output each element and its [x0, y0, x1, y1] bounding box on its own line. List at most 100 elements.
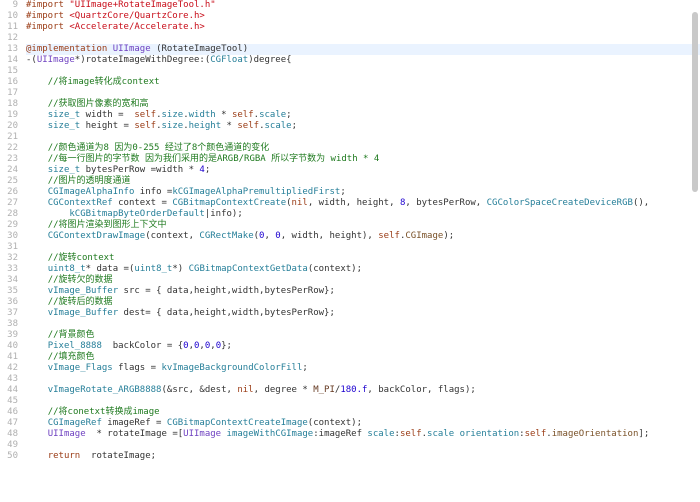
- line-number: 40: [0, 341, 18, 352]
- token-default: [26, 385, 48, 395]
- token-classref: UIImage: [183, 429, 221, 439]
- code-line[interactable]: CGImageRef imageRef = CGBitmapContextCre…: [26, 418, 700, 429]
- token-default: * rotateImage =[: [86, 429, 184, 439]
- line-number: 24: [0, 165, 18, 176]
- token-default: bytesPerRow =width *: [80, 165, 199, 175]
- line-number: 48: [0, 429, 18, 440]
- code-line[interactable]: size_t bytesPerRow =width * 4;: [26, 165, 700, 176]
- token-default: [26, 286, 48, 296]
- code-line[interactable]: CGContextRef context = CGBitmapContextCr…: [26, 198, 700, 209]
- token-selfprop: imageOrientation: [552, 429, 639, 439]
- line-number: 12: [0, 33, 18, 44]
- token-comment: //旋转欠的数据: [48, 275, 113, 285]
- line-number: 38: [0, 319, 18, 330]
- code-editor[interactable]: 9101112131415161718192021222324252627282…: [0, 0, 700, 502]
- code-line[interactable]: #import <Accelerate/Accelerate.h>: [26, 22, 700, 33]
- code-line[interactable]: [26, 374, 700, 385]
- line-number: 32: [0, 253, 18, 264]
- code-line[interactable]: //将conetxt转换成image: [26, 407, 700, 418]
- token-default: (context);: [308, 418, 362, 428]
- vertical-scrollbar[interactable]: [692, 0, 698, 502]
- code-line[interactable]: vImageRotate_ARGB8888(&src, &dest, nil, …: [26, 385, 700, 396]
- code-line[interactable]: //填充颜色: [26, 352, 700, 363]
- token-string: <QuartzCore/QuartzCore.h>: [69, 11, 204, 21]
- token-default: info =: [134, 187, 172, 197]
- token-property: width: [189, 110, 216, 120]
- token-default: *: [221, 121, 237, 131]
- code-line[interactable]: //获取图片像素的宽和高: [26, 99, 700, 110]
- line-number: 49: [0, 440, 18, 451]
- code-line[interactable]: [26, 396, 700, 407]
- code-line[interactable]: return rotateImage;: [26, 451, 700, 462]
- token-default: , bytesPerRow,: [405, 198, 486, 208]
- token-default: (&src, &dest,: [161, 385, 237, 395]
- token-default: , backColor, flags);: [367, 385, 475, 395]
- token-property: scale: [259, 110, 286, 120]
- code-line[interactable]: //图片的透明度通道: [26, 176, 700, 187]
- scrollbar-thumb[interactable]: [692, 12, 698, 192]
- code-line[interactable]: //旋转context: [26, 253, 700, 264]
- code-line[interactable]: UIImage * rotateImage =[UIImage imageWit…: [26, 429, 700, 440]
- line-number: 11: [0, 22, 18, 33]
- token-default: -(: [26, 55, 37, 65]
- code-line[interactable]: vImage_Buffer src = { data,height,width,…: [26, 286, 700, 297]
- line-number: 25: [0, 176, 18, 187]
- token-string: "UIImage+RotateImageTool.h": [69, 0, 215, 10]
- token-macro: M_PI: [313, 385, 335, 395]
- token-func: scale: [367, 429, 394, 439]
- code-line[interactable]: CGContextDrawImage(context, CGRectMake(0…: [26, 231, 700, 242]
- code-line[interactable]: @implementation UIImage (RotateImageTool…: [26, 44, 700, 55]
- code-line[interactable]: [26, 462, 700, 473]
- code-line[interactable]: #import <QuartzCore/QuartzCore.h>: [26, 11, 700, 22]
- code-line[interactable]: //将image转化成context: [26, 77, 700, 88]
- token-type: size_t: [48, 110, 81, 120]
- token-comment: //填充颜色: [48, 352, 95, 362]
- code-line[interactable]: //颜色通道为8 因为0-255 经过了8个颜色通道的变化: [26, 143, 700, 154]
- token-default: [26, 451, 48, 461]
- token-default: backColor = {: [102, 341, 183, 351]
- code-line[interactable]: Pixel_8888 backColor = {0,0,0,0};: [26, 341, 700, 352]
- token-func: CGContextDrawImage: [48, 231, 146, 241]
- token-comment: //获取图片像素的宽和高: [48, 99, 149, 109]
- code-line[interactable]: #import "UIImage+RotateImageTool.h": [26, 0, 700, 11]
- code-line[interactable]: vImage_Buffer dest= { data,height,width,…: [26, 308, 700, 319]
- token-comment: //每一行图片的字节数 因为我们采用的是ARGB/RGBA 所以字节数为 wid…: [48, 154, 380, 164]
- code-line[interactable]: [26, 66, 700, 77]
- code-line[interactable]: size_t height = self.size.height * self.…: [26, 121, 700, 132]
- code-line[interactable]: //旋转后的数据: [26, 297, 700, 308]
- token-default: flags =: [113, 363, 162, 373]
- token-default: (context);: [308, 264, 362, 274]
- token-comment: //旋转后的数据: [48, 297, 113, 307]
- code-line[interactable]: kCGBitmapByteOrderDefault|info);: [26, 209, 700, 220]
- code-line[interactable]: //旋转欠的数据: [26, 275, 700, 286]
- code-line[interactable]: uint8_t* data =(uint8_t*) CGBitmapContex…: [26, 264, 700, 275]
- token-keyword: nil: [237, 385, 253, 395]
- code-line[interactable]: [26, 242, 700, 253]
- line-number: 43: [0, 374, 18, 385]
- code-line[interactable]: size_t width = self.size.width * self.sc…: [26, 110, 700, 121]
- code-line[interactable]: [26, 440, 700, 451]
- code-line[interactable]: [26, 33, 700, 44]
- token-keyword: self: [134, 110, 156, 120]
- token-default: };: [221, 341, 232, 351]
- code-line[interactable]: [26, 88, 700, 99]
- token-default: *)rotateImageWithDegree:(: [75, 55, 210, 65]
- code-line[interactable]: //背景颜色: [26, 330, 700, 341]
- line-number: 46: [0, 407, 18, 418]
- line-number: 47: [0, 418, 18, 429]
- line-number: 19: [0, 110, 18, 121]
- line-number: 33: [0, 264, 18, 275]
- line-number: 10: [0, 11, 18, 22]
- code-line[interactable]: -(UIImage*)rotateImageWithDegree:(CGFloa…: [26, 55, 700, 66]
- token-func: CGBitmapContextCreate: [172, 198, 286, 208]
- code-line[interactable]: CGImageAlphaInfo info =kCGImageAlphaPrem…: [26, 187, 700, 198]
- code-line[interactable]: //将图片渲染到图形上下文中: [26, 220, 700, 231]
- code-line[interactable]: vImage_Flags flags = kvImageBackgroundCo…: [26, 363, 700, 374]
- code-area[interactable]: #import "UIImage+RotateImageTool.h"#impo…: [22, 0, 700, 502]
- code-line[interactable]: [26, 132, 700, 143]
- token-default: [26, 209, 69, 219]
- token-default: [26, 176, 48, 186]
- code-line[interactable]: [26, 319, 700, 330]
- token-default: ;: [286, 110, 291, 120]
- code-line[interactable]: //每一行图片的字节数 因为我们采用的是ARGB/RGBA 所以字节数为 wid…: [26, 154, 700, 165]
